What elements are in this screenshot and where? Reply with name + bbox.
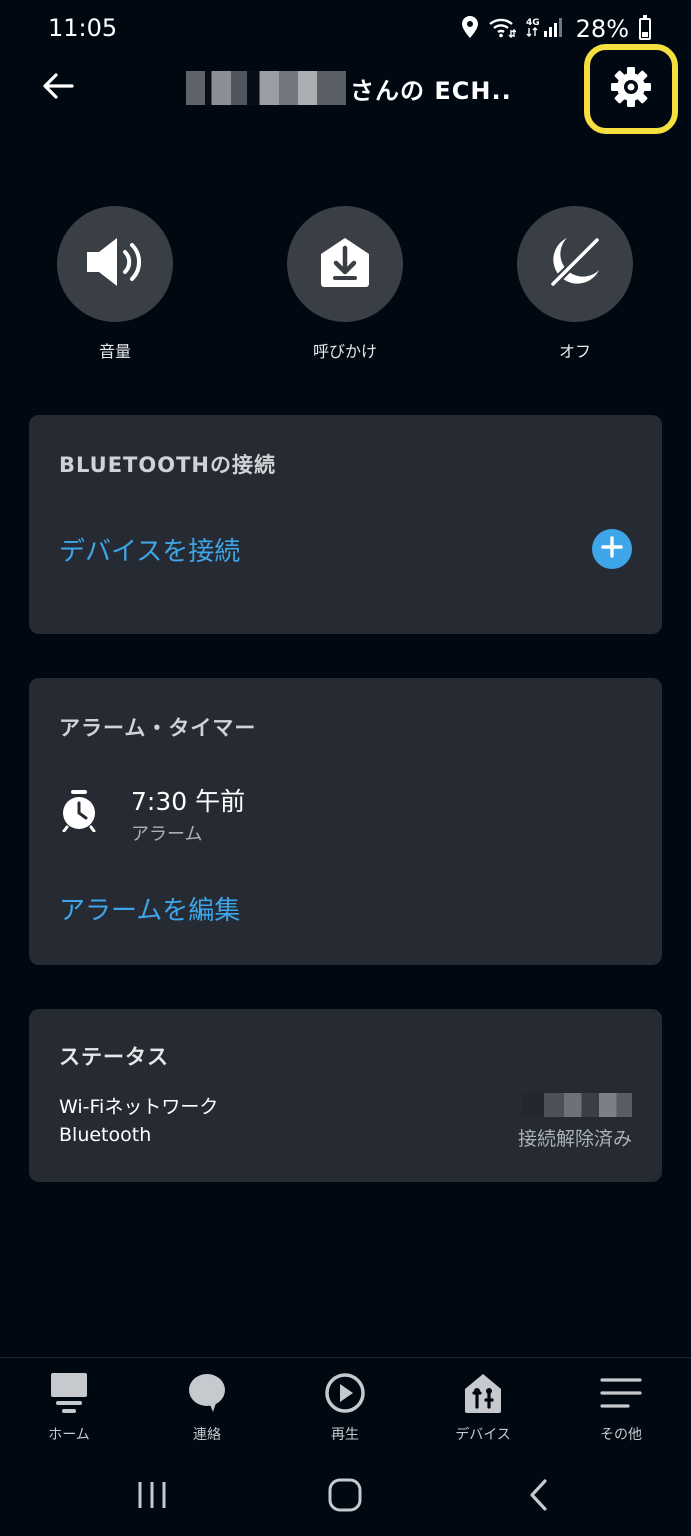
nav-more-label: その他 <box>600 1427 642 1443</box>
volume-action[interactable]: 音量 <box>57 206 173 362</box>
back-button[interactable] <box>34 66 82 110</box>
location-icon <box>461 16 478 42</box>
svg-text:4G: 4G <box>526 18 540 28</box>
wifi-icon <box>488 16 517 42</box>
system-back-button[interactable] <box>509 1475 569 1519</box>
edit-alarm-link[interactable]: アラームを編集 <box>59 890 240 927</box>
nav-communicate-label: 連絡 <box>193 1427 221 1443</box>
home-circle-icon <box>327 1477 363 1517</box>
connect-device-button[interactable] <box>592 529 632 569</box>
recent-apps-button[interactable] <box>122 1475 182 1519</box>
drop-in-icon <box>317 234 373 294</box>
do-not-disturb-action-label: オフ <box>558 342 591 361</box>
bluetooth-card-title: BLUETOOTHの接続 <box>59 453 276 477</box>
status-card: ステータス Wi-Fiネットワーク Bluetooth 接続解除済み <box>29 1009 662 1182</box>
alarm-time[interactable]: 7:30 午前 <box>131 782 245 818</box>
speaker-icon <box>83 234 147 294</box>
header-title-wrap: さんの ECH.. <box>186 66 512 110</box>
nav-home[interactable]: ホーム <box>19 1370 119 1444</box>
drop-in-action[interactable]: 呼びかけ <box>287 206 403 362</box>
alarm-type: アラーム <box>131 824 203 845</box>
connect-device-link[interactable]: デバイスを接続 <box>59 531 240 568</box>
device-title: さんの ECH.. <box>350 76 512 105</box>
plus-icon <box>601 536 623 562</box>
volume-action-circle <box>57 206 173 322</box>
menu-icon <box>599 1370 643 1416</box>
signal-4g-icon: 4G <box>526 16 566 42</box>
nav-play-label: 再生 <box>331 1427 359 1443</box>
alarm-card-title: アラーム・タイマー <box>59 716 257 740</box>
alarm-timer-card: アラーム・タイマー 7:30 午前 アラーム アラームを編集 <box>29 678 662 965</box>
do-not-disturb-icon <box>545 232 605 296</box>
redacted-wifi-name <box>522 1093 632 1117</box>
recent-apps-icon <box>136 1479 168 1515</box>
nav-communicate[interactable]: 連絡 <box>157 1370 257 1444</box>
chat-bubble-icon <box>185 1370 229 1416</box>
play-icon <box>323 1370 367 1416</box>
nav-more[interactable]: その他 <box>571 1370 671 1444</box>
bluetooth-status-label: Bluetooth <box>59 1124 152 1146</box>
status-card-title: ステータス <box>59 1045 169 1069</box>
home-system-button[interactable] <box>315 1475 375 1519</box>
chevron-left-icon <box>527 1478 551 1516</box>
do-not-disturb-action[interactable]: オフ <box>517 206 633 362</box>
arrow-left-icon <box>42 72 74 104</box>
status-time: 11:05 <box>48 14 118 42</box>
status-icons: 4G 28% <box>461 14 651 44</box>
redacted-name <box>186 71 346 105</box>
do-not-disturb-action-circle <box>517 206 633 322</box>
wifi-network-label: Wi-Fiネットワーク <box>59 1096 219 1118</box>
bluetooth-status-value: 接続解除済み <box>517 1128 632 1150</box>
drop-in-action-label: 呼びかけ <box>312 342 377 361</box>
alarm-clock-icon <box>59 788 99 833</box>
settings-button[interactable] <box>596 56 666 122</box>
battery-percentage: 28% <box>575 15 629 43</box>
nav-play[interactable]: 再生 <box>295 1370 395 1444</box>
gear-icon <box>610 66 652 112</box>
volume-action-label: 音量 <box>98 342 131 361</box>
battery-icon <box>639 15 651 40</box>
bottom-navigation: ホーム 連絡 再生 デバイス その他 <box>0 1357 691 1461</box>
devices-icon <box>461 1370 505 1416</box>
nav-devices-label: デバイス <box>455 1427 511 1443</box>
system-navigation-bar <box>0 1461 691 1536</box>
nav-devices[interactable]: デバイス <box>433 1370 533 1444</box>
nav-home-label: ホーム <box>48 1427 90 1443</box>
drop-in-action-circle <box>287 206 403 322</box>
home-icon <box>47 1370 91 1416</box>
status-bar: 11:05 4G 28% <box>0 0 691 58</box>
bluetooth-card: BLUETOOTHの接続 デバイスを接続 <box>29 415 662 634</box>
